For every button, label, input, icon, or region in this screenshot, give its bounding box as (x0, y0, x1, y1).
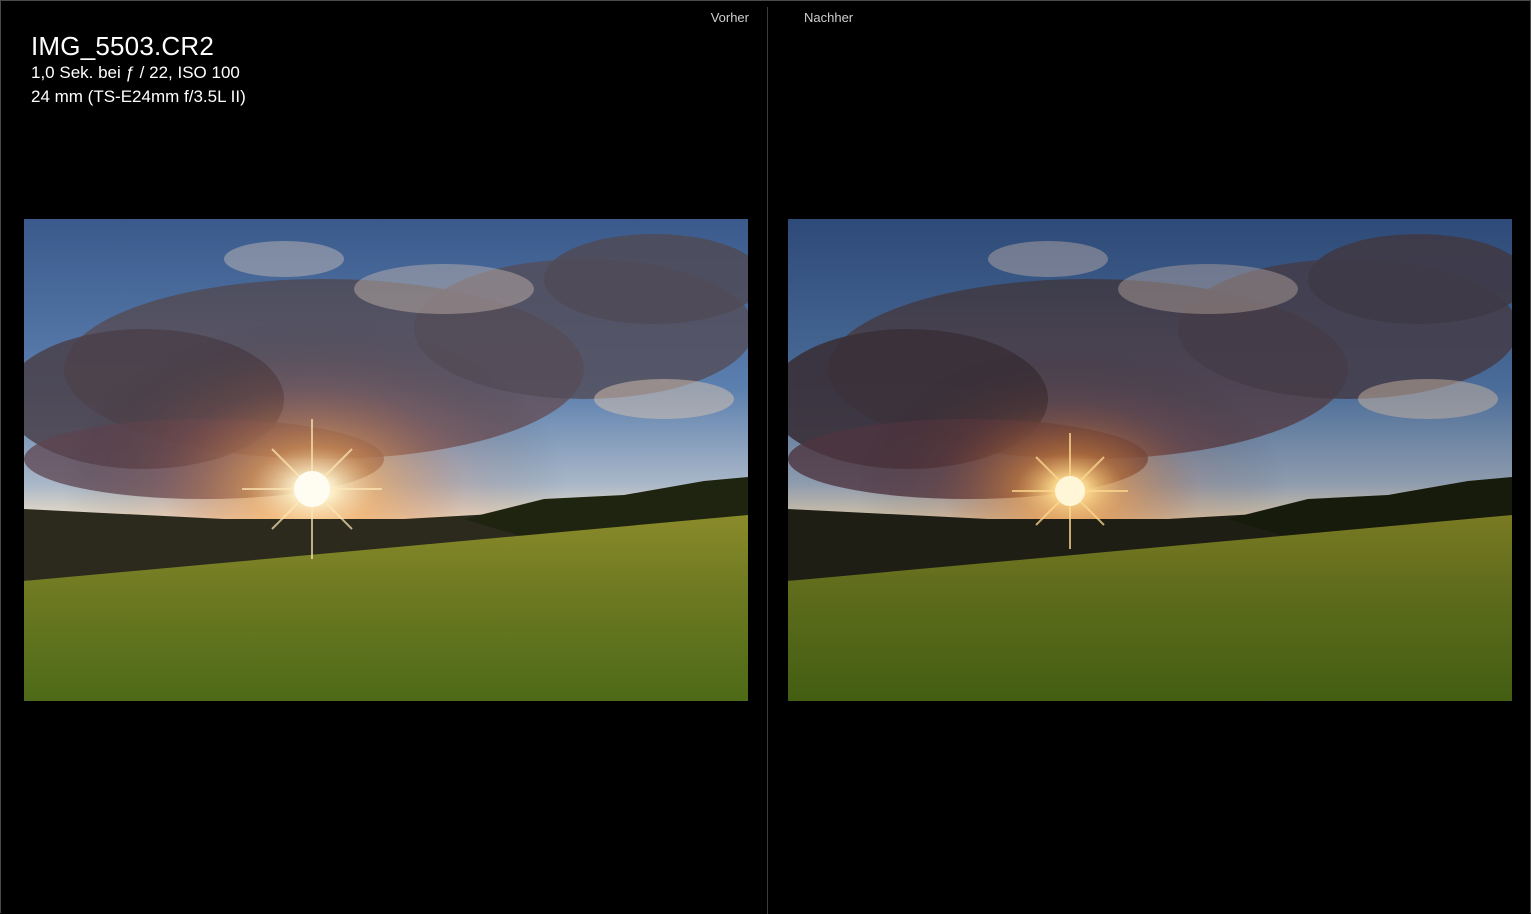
filename: IMG_5503.CR2 (31, 31, 215, 61)
after-pane: Nachher (768, 1, 1531, 914)
sunset-landscape-image-after (788, 219, 1512, 701)
exposure-info: 1,0 Sek. bei ƒ / 22, ISO 100 (31, 63, 240, 82)
before-label: Vorher (710, 10, 749, 25)
sunset-landscape-image-before (24, 219, 748, 701)
after-label: Nachher (804, 10, 854, 25)
before-after-view: Vorher IMG_5503.CR2 1,0 Sek. bei ƒ / 22,… (0, 0, 1531, 914)
photo-info-overlay: IMG_5503.CR2 1,0 Sek. bei ƒ / 22, ISO 10… (31, 31, 246, 109)
before-photo[interactable] (24, 219, 748, 701)
after-photo[interactable] (788, 219, 1512, 701)
before-pane: Vorher IMG_5503.CR2 1,0 Sek. bei ƒ / 22,… (1, 1, 767, 914)
lens-info: 24 mm (TS-E24mm f/3.5L II) (31, 87, 246, 106)
